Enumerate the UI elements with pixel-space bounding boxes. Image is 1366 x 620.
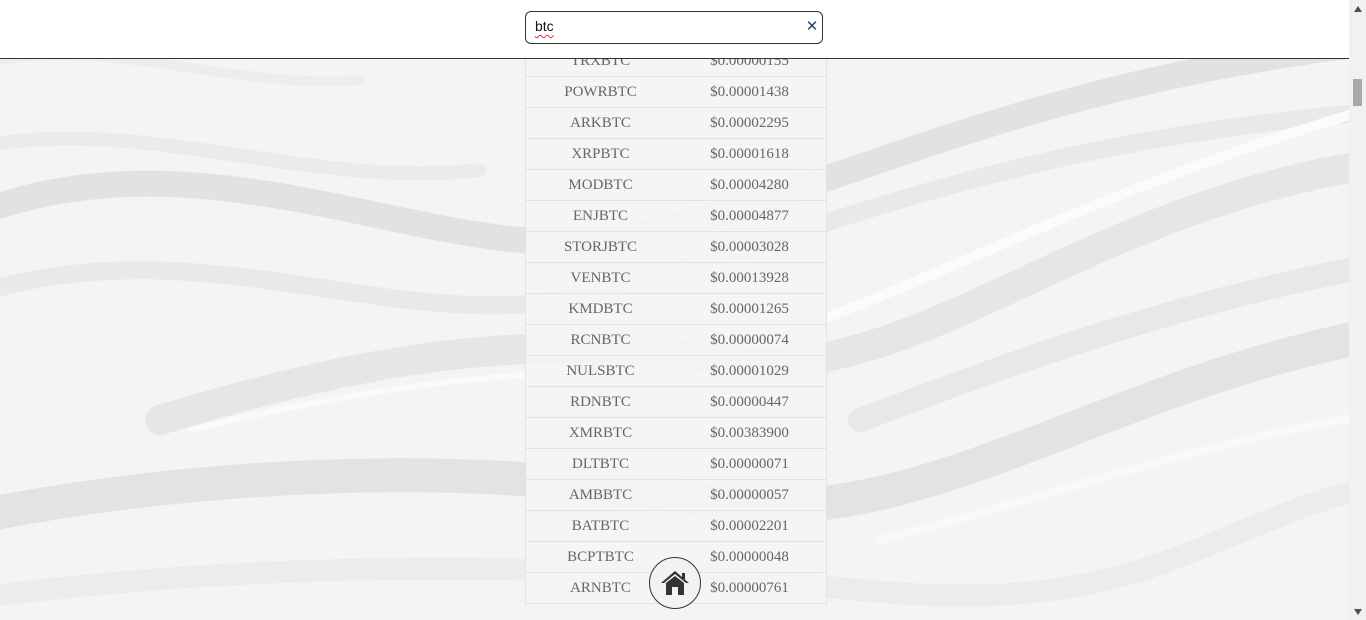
ticker-symbol: RCNBTC <box>570 331 631 348</box>
table-row: KMDBTC $0.00001265 <box>526 294 826 325</box>
ticker-price: $0.00001029 <box>710 362 789 379</box>
ticker-price: $0.00004280 <box>710 176 789 193</box>
ticker-price: $0.00000071 <box>710 455 789 472</box>
search-box[interactable]: btc ✕ <box>525 11 823 44</box>
ticker-price: $0.00013928 <box>710 269 789 286</box>
ticker-price: $0.00001265 <box>710 300 789 317</box>
table-row: DLTBTC $0.00000071 <box>526 449 826 480</box>
ticker-symbol: RDNBTC <box>570 393 631 410</box>
search-input[interactable]: btc <box>535 18 554 34</box>
table-row: ARKBTC $0.00002295 <box>526 108 826 139</box>
close-icon[interactable]: ✕ <box>805 19 819 34</box>
ticker-symbol: POWRBTC <box>564 83 637 100</box>
ticker-price: $0.00001618 <box>710 145 789 162</box>
ticker-price: $0.00383900 <box>710 424 789 441</box>
ticker-symbol: AMBBTC <box>568 486 633 503</box>
ticker-symbol: KMDBTC <box>568 300 633 317</box>
ticker-symbol: STORJBTC <box>563 238 638 255</box>
ticker-symbol: MODBTC <box>568 176 633 193</box>
ticker-symbol: BATBTC <box>571 517 630 534</box>
table-row: BATBTC $0.00002201 <box>526 511 826 542</box>
ticker-symbol: XMRBTC <box>568 424 633 441</box>
ticker-symbol: ENJBTC <box>572 207 628 224</box>
ticker-symbol: NULSBTC <box>566 362 635 379</box>
top-header: btc ✕ <box>0 0 1349 59</box>
ticker-symbol: ARKBTC <box>570 114 631 131</box>
vertical-scrollbar[interactable] <box>1349 0 1366 620</box>
table-row: VENBTC $0.00013928 <box>526 263 826 294</box>
ticker-symbol: XRPBTC <box>571 145 630 162</box>
scroll-up-arrow-icon[interactable] <box>1349 0 1366 17</box>
ticker-price: $0.00002295 <box>710 114 789 131</box>
table-row: ENJBTC $0.00004877 <box>526 201 826 232</box>
ticker-price: $0.00001438 <box>710 83 789 100</box>
ticker-price: $0.00000057 <box>710 486 789 503</box>
home-icon <box>661 571 689 595</box>
ticker-table: EVXBTC$0.00000277VIBBTC$0.00000068TRXBTC… <box>525 0 827 604</box>
table-row: MODBTC $0.00004280 <box>526 170 826 201</box>
table-row: NULSBTC $0.00001029 <box>526 356 826 387</box>
ticker-price: $0.00003028 <box>710 238 789 255</box>
table-row: STORJBTC $0.00003028 <box>526 232 826 263</box>
table-row: AMBBTC $0.00000057 <box>526 480 826 511</box>
table-row: RDNBTC $0.00000447 <box>526 387 826 418</box>
ticker-price: $0.00000447 <box>710 393 789 410</box>
table-row: POWRBTC $0.00001438 <box>526 77 826 108</box>
scroll-down-arrow-icon[interactable] <box>1349 603 1366 620</box>
scrollbar-thumb[interactable] <box>1353 79 1362 106</box>
ticker-symbol: VENBTC <box>570 269 631 286</box>
ticker-symbol: BCPTBTC <box>567 548 634 565</box>
ticker-price: $0.00004877 <box>710 207 789 224</box>
ticker-price: $0.00000074 <box>710 331 789 348</box>
table-row: XRPBTC $0.00001618 <box>526 139 826 170</box>
table-row: RCNBTC $0.00000074 <box>526 325 826 356</box>
ticker-symbol: DLTBTC <box>572 455 629 472</box>
ticker-price: $0.00002201 <box>710 517 789 534</box>
home-button[interactable] <box>649 557 701 609</box>
ticker-price: $0.00000048 <box>710 548 789 565</box>
table-row: XMRBTC $0.00383900 <box>526 418 826 449</box>
